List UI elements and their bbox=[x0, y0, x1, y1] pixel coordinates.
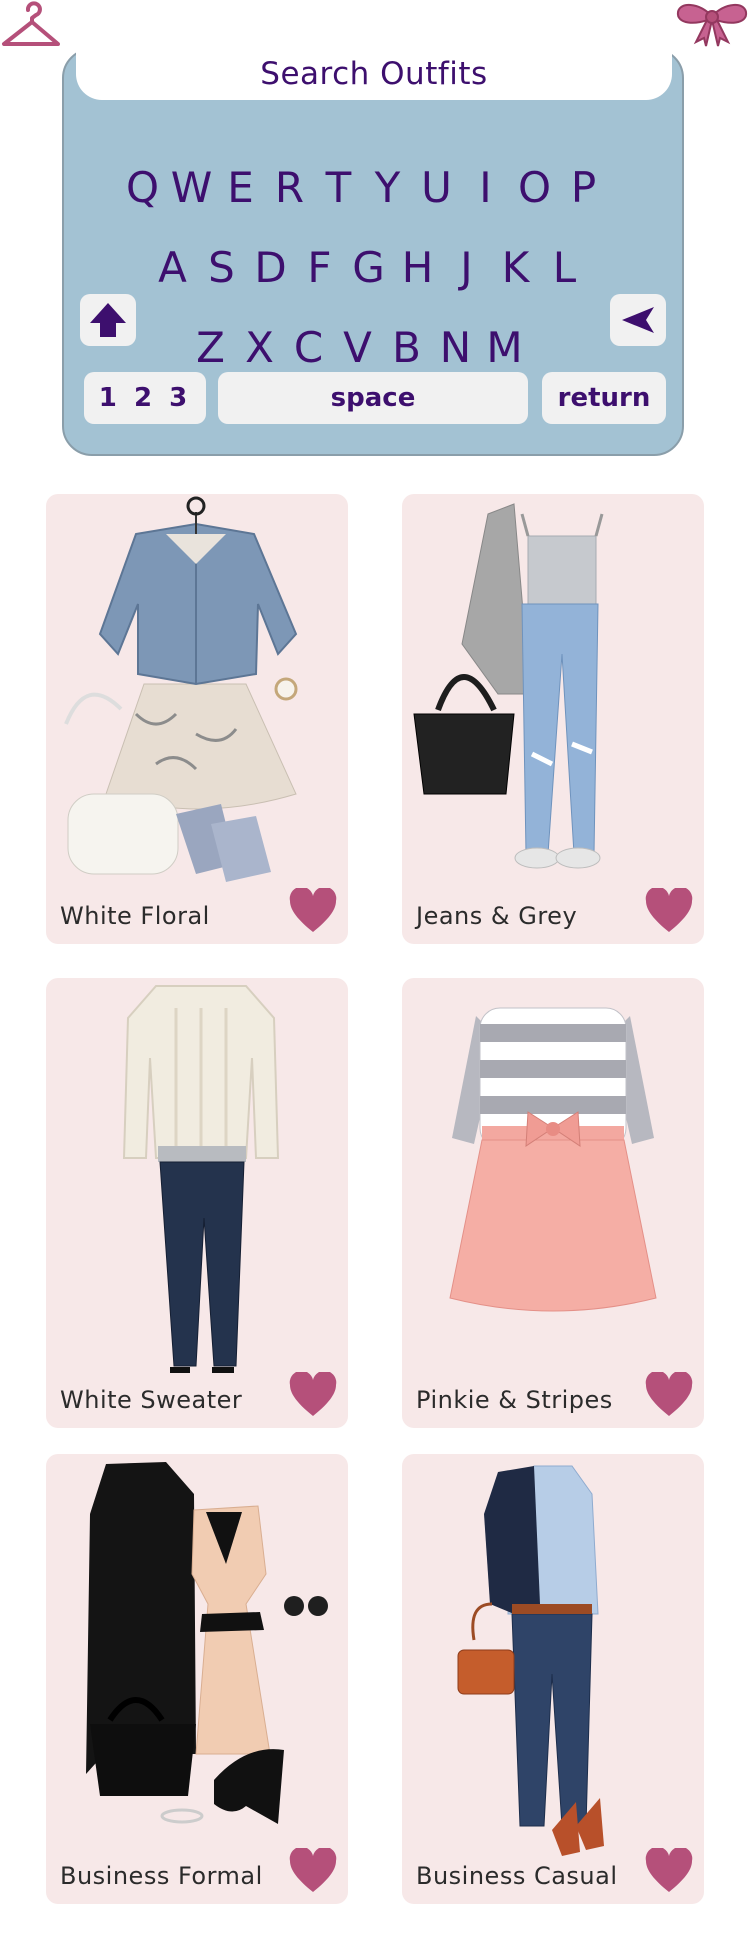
outfit-card-white-floral[interactable]: White Floral bbox=[46, 494, 348, 944]
key-j[interactable]: J bbox=[442, 238, 491, 298]
outfit-label: Pinkie & Stripes bbox=[416, 1386, 613, 1414]
key-z[interactable]: Z bbox=[186, 318, 235, 378]
shift-key[interactable] bbox=[80, 294, 136, 346]
key-q[interactable]: Q bbox=[118, 158, 167, 218]
key-m[interactable]: M bbox=[480, 318, 529, 378]
keyboard-row-1: Q W E R T Y U I O P bbox=[118, 158, 736, 218]
key-r[interactable]: R bbox=[265, 158, 314, 218]
outfit-label: White Floral bbox=[60, 902, 210, 930]
key-y[interactable]: Y bbox=[363, 158, 412, 218]
outfit-image bbox=[449, 1007, 657, 1312]
key-l[interactable]: L bbox=[540, 238, 589, 298]
key-u[interactable]: U bbox=[412, 158, 461, 218]
key-g[interactable]: G bbox=[344, 238, 393, 298]
outfit-image bbox=[457, 1465, 604, 1856]
outfit-card-jeans-grey[interactable]: Jeans & Grey bbox=[402, 494, 704, 944]
key-v[interactable]: V bbox=[333, 318, 382, 378]
outfit-label: Business Formal bbox=[60, 1862, 263, 1890]
key-s[interactable]: S bbox=[197, 238, 246, 298]
bow-icon bbox=[676, 4, 748, 47]
outfit-card-pinkie-stripes[interactable]: Pinkie & Stripes bbox=[402, 978, 704, 1428]
keyboard-row-2: A S D F G H J K L bbox=[148, 238, 750, 298]
key-w[interactable]: W bbox=[167, 158, 216, 218]
key-a[interactable]: A bbox=[148, 238, 197, 298]
backspace-key[interactable] bbox=[610, 294, 666, 346]
key-t[interactable]: T bbox=[314, 158, 363, 218]
outfit-card-business-formal[interactable]: Business Formal bbox=[46, 1454, 348, 1904]
key-i[interactable]: I bbox=[461, 158, 510, 218]
key-x[interactable]: X bbox=[235, 318, 284, 378]
heart-icon[interactable] bbox=[644, 1372, 694, 1418]
search-title: Search Outfits bbox=[260, 56, 488, 92]
space-key[interactable]: space bbox=[218, 372, 528, 424]
key-h[interactable]: H bbox=[393, 238, 442, 298]
return-key[interactable]: return bbox=[542, 372, 666, 424]
heart-icon[interactable] bbox=[644, 888, 694, 934]
heart-icon[interactable] bbox=[288, 888, 338, 934]
heart-icon[interactable] bbox=[288, 1372, 338, 1418]
key-c[interactable]: C bbox=[284, 318, 333, 378]
heart-icon[interactable] bbox=[644, 1848, 694, 1894]
key-d[interactable]: D bbox=[246, 238, 295, 298]
outfit-image bbox=[86, 1462, 328, 1824]
key-k[interactable]: K bbox=[491, 238, 540, 298]
key-n[interactable]: N bbox=[431, 318, 480, 378]
outfit-label: White Sweater bbox=[60, 1386, 243, 1414]
outfit-image bbox=[413, 503, 604, 869]
outfit-label: Business Casual bbox=[416, 1862, 618, 1890]
outfit-card-white-sweater[interactable]: White Sweater bbox=[46, 978, 348, 1428]
outfit-image bbox=[64, 496, 298, 882]
key-e[interactable]: E bbox=[216, 158, 265, 218]
key-f[interactable]: F bbox=[295, 238, 344, 298]
shift-arrow-icon bbox=[90, 303, 126, 337]
outfit-image bbox=[122, 985, 280, 1373]
hanger-icon bbox=[2, 1, 60, 46]
numbers-key[interactable]: 1 2 3 bbox=[84, 372, 206, 424]
search-keyboard: Search Outfits Q W E R T Y U I O P A S D… bbox=[62, 48, 684, 456]
heart-icon[interactable] bbox=[288, 1848, 338, 1894]
outfit-label: Jeans & Grey bbox=[416, 902, 578, 930]
search-input[interactable]: Search Outfits bbox=[76, 48, 672, 100]
backspace-triangle-icon bbox=[622, 307, 654, 333]
key-p[interactable]: P bbox=[559, 158, 608, 218]
key-b[interactable]: B bbox=[382, 318, 431, 378]
key-o[interactable]: O bbox=[510, 158, 559, 218]
outfit-card-business-casual[interactable]: Business Casual bbox=[402, 1454, 704, 1904]
